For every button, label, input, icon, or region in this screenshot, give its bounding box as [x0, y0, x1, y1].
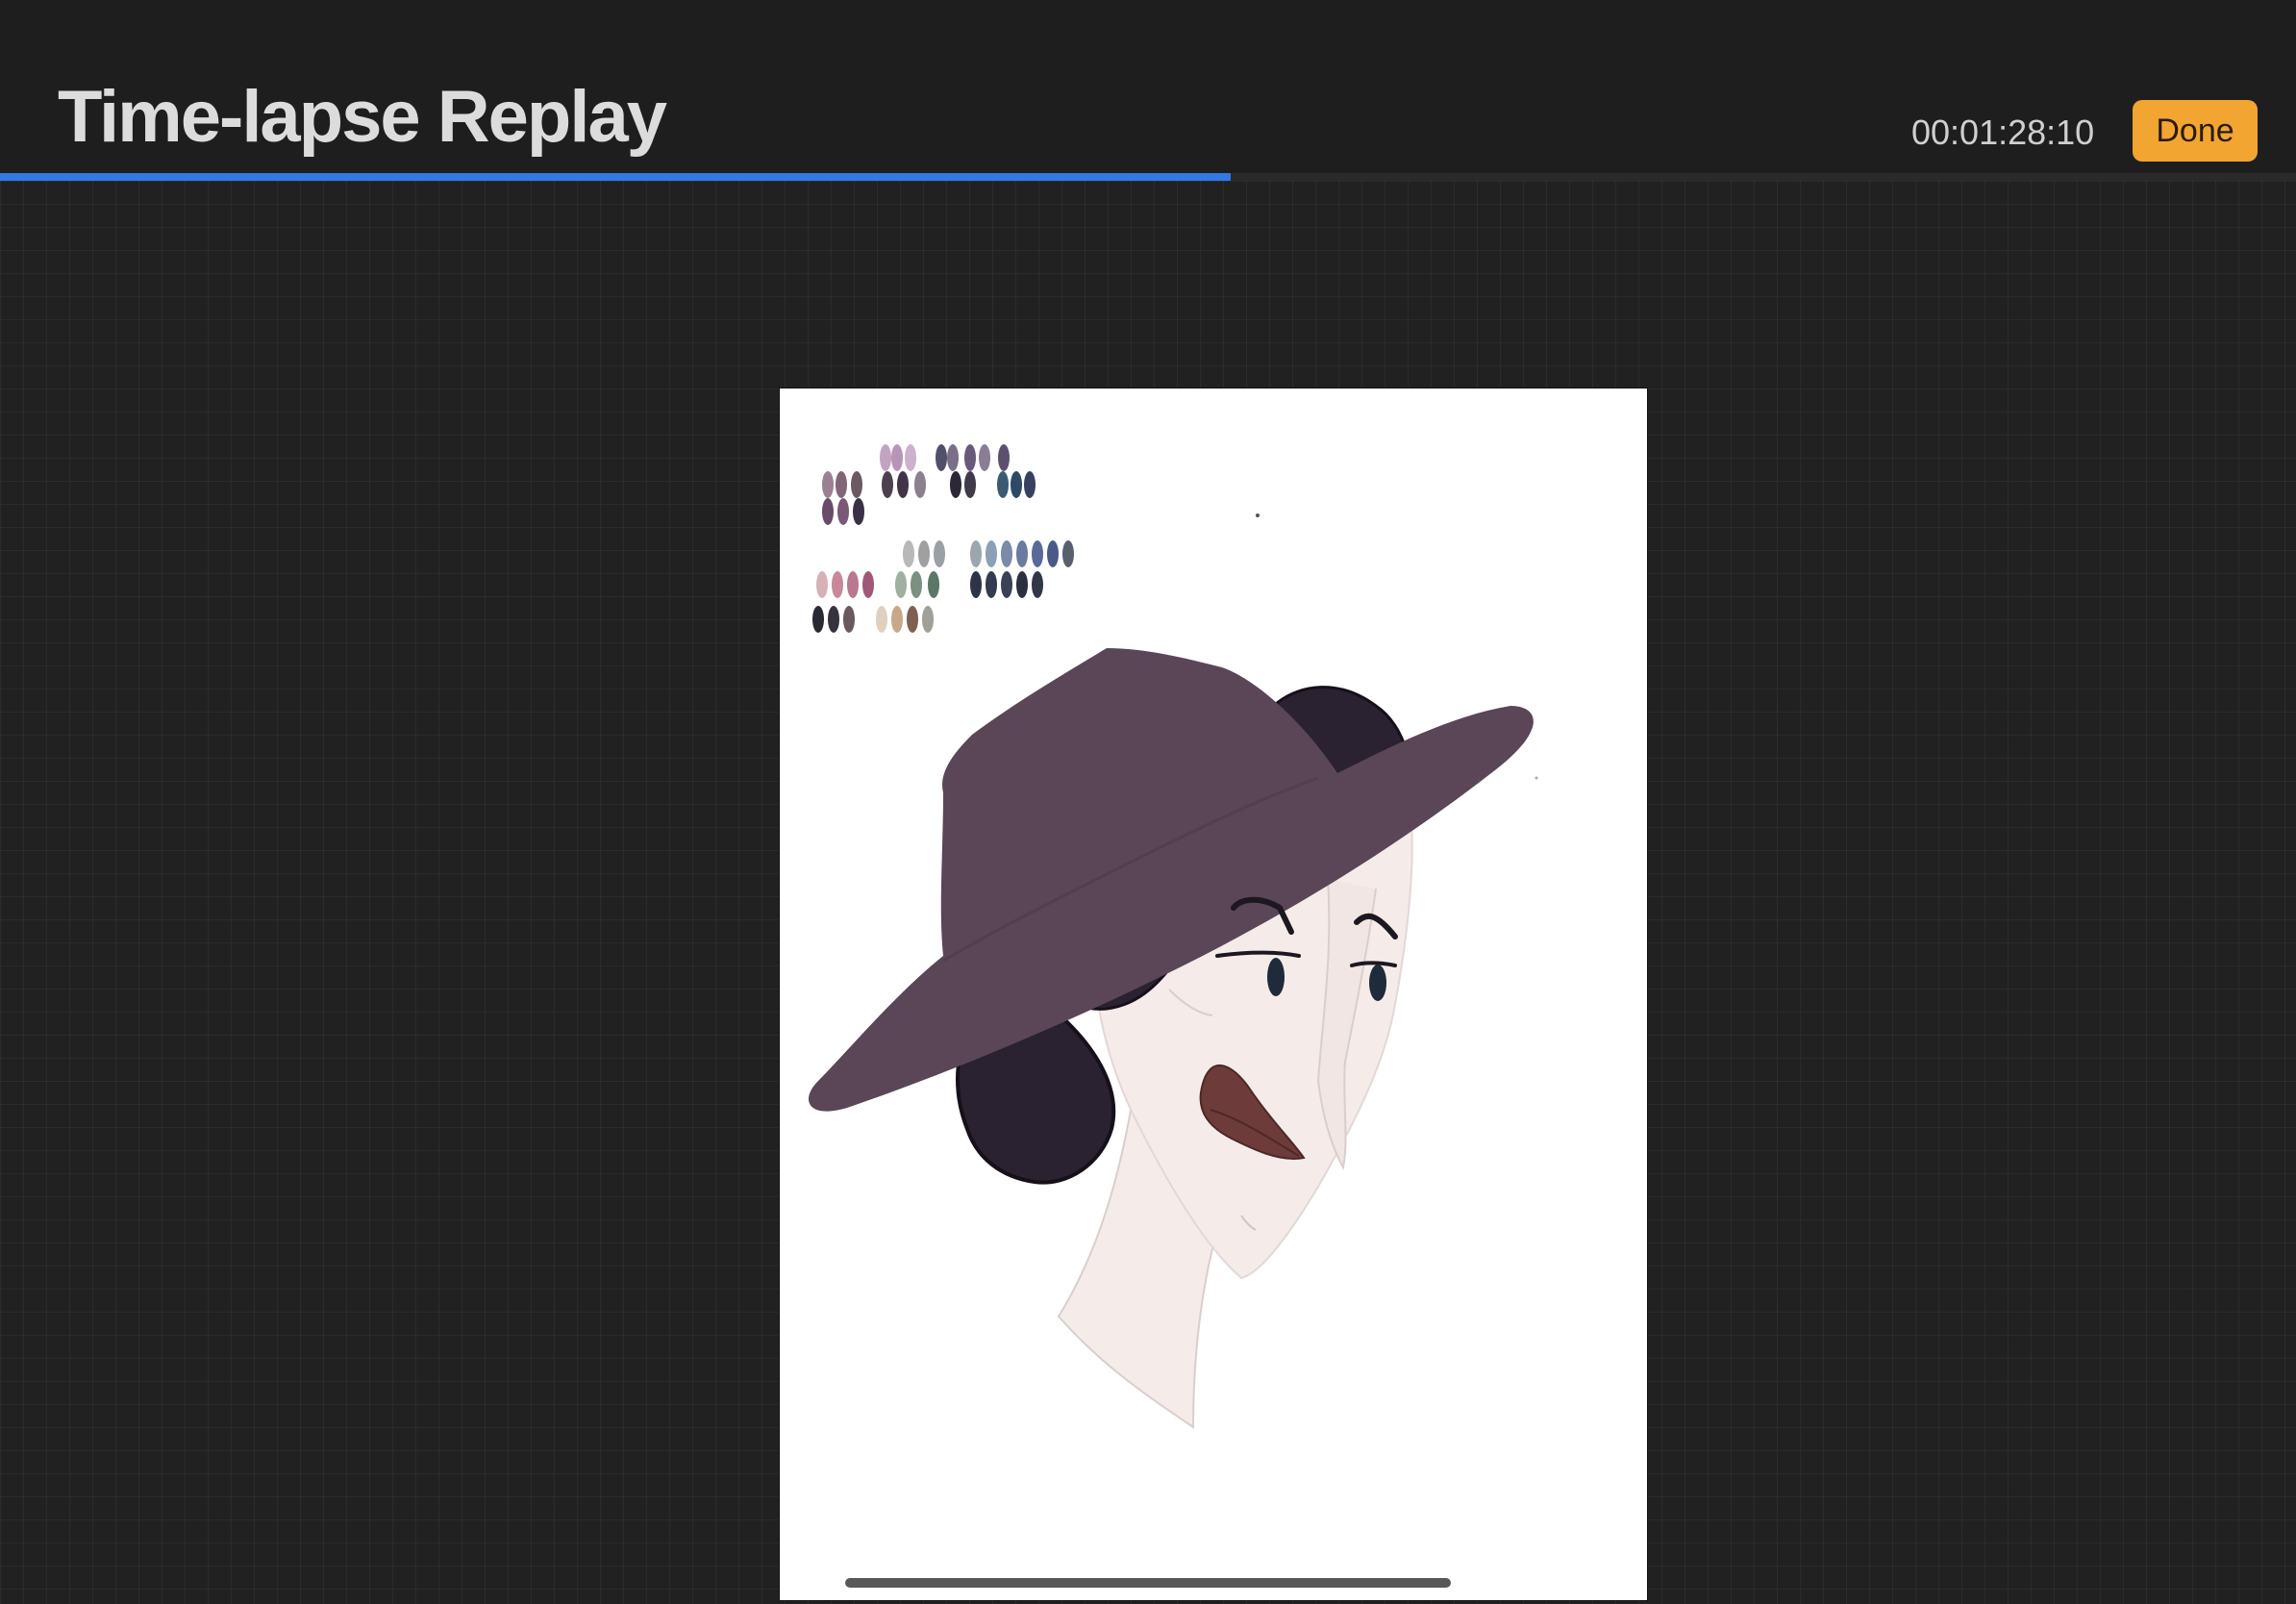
color-swatch [997, 471, 1009, 498]
header-bar: Time-lapse Replay 00:01:28:10 Done [0, 0, 2296, 173]
color-swatch [914, 471, 926, 498]
color-swatches [812, 444, 1074, 633]
replay-progress-bar[interactable] [0, 173, 2296, 181]
color-swatch [1047, 540, 1059, 567]
color-swatch [812, 606, 824, 633]
color-swatch [1016, 540, 1028, 567]
home-indicator[interactable] [845, 1578, 1451, 1588]
timelapse-replay-screen: Time-lapse Replay 00:01:28:10 Done [0, 0, 2296, 1604]
color-swatch [880, 444, 891, 471]
color-swatch [903, 540, 914, 567]
color-swatch [934, 540, 945, 567]
color-swatch [1001, 540, 1012, 567]
color-swatch [1024, 471, 1036, 498]
color-swatch [936, 444, 947, 471]
color-swatch [918, 540, 930, 567]
color-swatch [998, 444, 1010, 471]
page-title: Time-lapse Replay [58, 76, 667, 158]
color-swatch [1062, 540, 1074, 567]
color-swatch [847, 571, 859, 598]
color-swatch [843, 606, 855, 633]
color-swatch [964, 444, 976, 471]
color-swatch [907, 606, 918, 633]
color-swatch [876, 606, 887, 633]
artwork-illustration [809, 444, 1538, 1429]
color-swatch [911, 571, 922, 598]
color-swatch [891, 606, 903, 633]
color-swatch [1001, 571, 1012, 598]
color-swatch [822, 498, 834, 525]
color-swatch [928, 571, 939, 598]
replay-workspace [0, 181, 2296, 1604]
artwork-canvas[interactable] [780, 388, 1647, 1600]
color-swatch [862, 571, 874, 598]
color-swatch [882, 471, 893, 498]
color-swatch [1032, 571, 1043, 598]
color-swatch [947, 444, 959, 471]
color-swatch [986, 540, 997, 567]
color-swatch [970, 540, 982, 567]
color-swatch [836, 471, 847, 498]
color-swatch [851, 471, 862, 498]
color-swatch [837, 498, 849, 525]
color-swatch [828, 606, 839, 633]
color-swatch [1016, 571, 1028, 598]
color-swatch [816, 571, 828, 598]
color-swatch [922, 606, 934, 633]
color-swatch [979, 444, 990, 471]
color-swatch [950, 471, 961, 498]
color-swatch [964, 471, 976, 498]
done-button[interactable]: Done [2133, 100, 2258, 162]
timecode-display: 00:01:28:10 [1911, 113, 2095, 152]
color-swatch [891, 444, 903, 471]
color-swatch [822, 471, 834, 498]
replay-progress-fill [0, 173, 1231, 181]
color-swatch [853, 498, 864, 525]
color-swatch [986, 571, 997, 598]
color-swatch [970, 571, 982, 598]
color-swatch [1032, 540, 1043, 567]
color-swatch [1011, 471, 1022, 498]
color-swatch [895, 571, 907, 598]
color-swatch [905, 444, 916, 471]
color-swatch [832, 571, 843, 598]
color-swatch [897, 471, 909, 498]
